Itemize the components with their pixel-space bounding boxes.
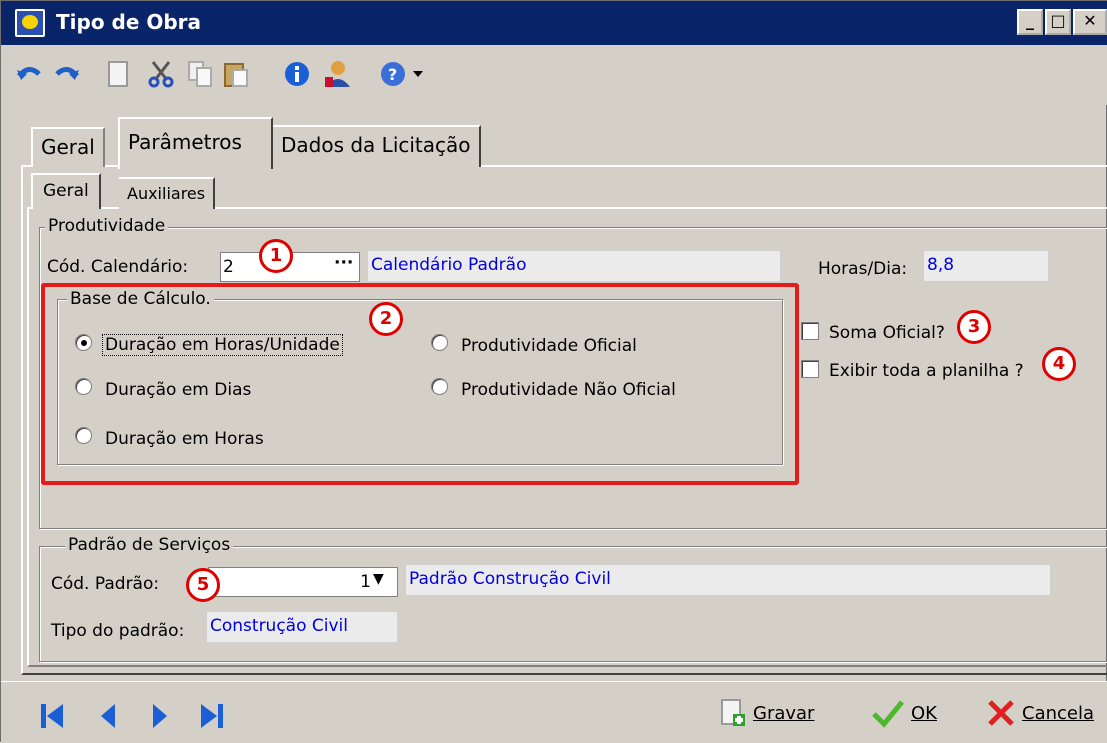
help-icon[interactable]: ?: [379, 59, 425, 89]
chevron-down-icon[interactable]: ▼: [373, 571, 384, 587]
last-record-icon[interactable]: [199, 702, 225, 735]
padrao-servicos-title: Padrão de Serviços: [65, 535, 234, 555]
calendario-description: Calendário Padrão: [367, 250, 781, 282]
annotation-2: 2: [369, 302, 403, 336]
next-record-icon[interactable]: [149, 702, 171, 735]
cancela-label: Cancela: [1022, 702, 1095, 724]
info-icon[interactable]: [283, 59, 311, 89]
gravar-button[interactable]: Gravar: [719, 696, 814, 730]
bottom-bar: Gravar OK Cancela: [1, 681, 1107, 743]
undo-icon[interactable]: [15, 59, 43, 89]
soma-oficial-label: Soma Oficial?: [829, 323, 945, 343]
redo-icon[interactable]: [53, 59, 81, 89]
save-icon: [721, 699, 745, 726]
tipo-padrao-label: Tipo do padrão:: [51, 621, 185, 641]
new-document-icon[interactable]: [107, 59, 129, 89]
produtividade-title: Produtividade: [45, 216, 169, 236]
maximize-button[interactable]: □: [1045, 9, 1071, 35]
soma-oficial-checkbox[interactable]: [801, 322, 819, 340]
first-record-icon[interactable]: [39, 702, 65, 735]
exibir-planilha-label: Exibir toda a planilha ?: [829, 361, 1024, 381]
gravar-label: Gravar: [753, 702, 815, 724]
minimize-button[interactable]: _: [1017, 9, 1043, 35]
annotation-5: 5: [186, 568, 220, 602]
calendario-description-text: Calendário Padrão: [371, 255, 527, 275]
annotation-4: 4: [1042, 347, 1076, 381]
tab-dados-licitacao-label: Dados da Licitação: [281, 133, 471, 157]
checkmark-icon: [872, 700, 904, 728]
app-icon: [15, 9, 45, 37]
paste-icon[interactable]: [223, 59, 249, 89]
cut-icon[interactable]: [147, 59, 175, 89]
calendario-lookup-button[interactable]: ···: [334, 253, 353, 273]
cod-padrao-value: 1: [360, 572, 371, 592]
tipo-padrao-value: Construção Civil: [210, 616, 349, 636]
toolbar: ?: [1, 45, 1107, 105]
user-icon[interactable]: [321, 59, 351, 89]
subtab-auxiliares-label: Auxiliares: [127, 184, 206, 203]
subtab-geral[interactable]: Geral: [31, 173, 101, 209]
cod-padrao-label: Cód. Padrão:: [51, 574, 160, 594]
tab-parametros-label: Parâmetros: [128, 130, 242, 154]
ok-button[interactable]: OK: [871, 696, 937, 730]
exibir-planilha-checkbox[interactable]: [801, 360, 819, 378]
copy-icon[interactable]: [187, 59, 213, 89]
subtab-geral-label: Geral: [43, 181, 89, 201]
application-window: Tipo de Obra _ □ ✕ ? Geral Parâmetros Da…: [0, 0, 1107, 743]
tab-dados-licitacao[interactable]: Dados da Licitação: [273, 125, 481, 167]
tab-geral-label: Geral: [41, 135, 95, 159]
padrao-description: Padrão Construção Civil: [405, 564, 1051, 596]
padrao-description-text: Padrão Construção Civil: [409, 569, 611, 589]
horas-dia-value: 8,8: [927, 255, 955, 275]
ok-label: OK: [911, 702, 937, 724]
cancel-x-icon: [988, 700, 1014, 726]
horas-dia-value-box: 8,8: [923, 250, 1049, 282]
highlight-box: [41, 283, 799, 485]
cod-calendario-value: 2: [223, 257, 234, 277]
cod-calendario-label: Cód. Calendário:: [47, 257, 189, 277]
tab-parametros[interactable]: Parâmetros: [118, 117, 273, 169]
horas-dia-label: Horas/Dia:: [818, 259, 908, 279]
close-button[interactable]: ✕: [1073, 9, 1107, 35]
annotation-3: 3: [957, 310, 991, 344]
subtab-auxiliares[interactable]: Auxiliares: [119, 177, 216, 209]
cod-padrao-select[interactable]: 1: [208, 567, 398, 597]
title-bar[interactable]: Tipo de Obra _ □ ✕: [1, 1, 1107, 45]
previous-record-icon[interactable]: [97, 702, 119, 735]
svg-text:?: ?: [388, 65, 397, 84]
tab-geral[interactable]: Geral: [31, 127, 105, 167]
cancela-button[interactable]: Cancela: [986, 696, 1094, 730]
annotation-1: 1: [259, 239, 293, 273]
tipo-padrao-value-box: Construção Civil: [206, 611, 398, 643]
window-title: Tipo de Obra: [56, 10, 202, 34]
